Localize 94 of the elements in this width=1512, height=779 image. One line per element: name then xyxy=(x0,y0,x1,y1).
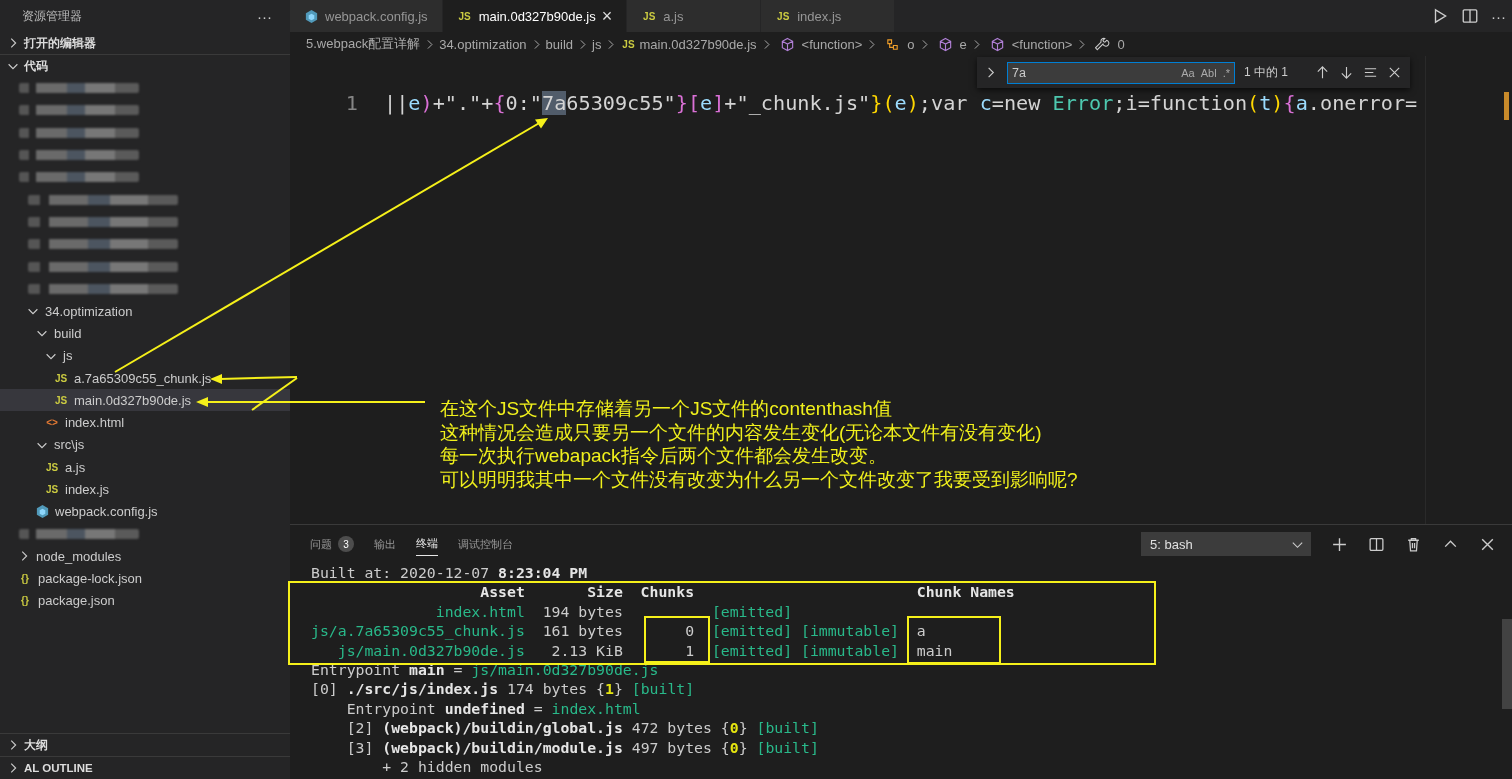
plus-icon[interactable] xyxy=(1331,535,1348,553)
terminal-line: [3] (webpack)/buildin/module.js 497 bytes {0} [built] xyxy=(345,737,820,758)
file-item[interactable]: index.js xyxy=(65,482,110,497)
breadcrumb-item[interactable]: 34.optimization xyxy=(439,36,527,52)
folder-item[interactable]: build xyxy=(54,325,82,341)
cube-icon xyxy=(35,504,50,520)
section-header[interactable]: 大纲 xyxy=(0,733,290,756)
file-item[interactable]: index.html xyxy=(65,415,125,431)
terminal-dropdown[interactable]: 5: bash xyxy=(1141,532,1311,556)
breadcrumb-item[interactable]: 0 xyxy=(1117,36,1125,52)
breadcrumb-item[interactable]: <function> xyxy=(1011,36,1073,52)
find-option[interactable]: Abl xyxy=(1200,66,1217,79)
cube-icon xyxy=(937,36,953,52)
scrollbar[interactable] xyxy=(1502,619,1512,709)
panel-tab[interactable]: 调试控制台 xyxy=(458,533,513,555)
annotation-text: 这种情况会造成只要另一个文件的内容发生变化(无论本文件有没有变化) xyxy=(440,420,1043,444)
more-button[interactable]: ··· xyxy=(257,7,272,25)
breadcrumb-item[interactable]: build xyxy=(545,36,574,52)
folder-item[interactable]: node_modules xyxy=(36,548,122,564)
file-type-icon: {} xyxy=(17,573,33,585)
lines-icon[interactable] xyxy=(1363,65,1378,80)
file-type-icon: JS xyxy=(53,394,69,406)
file-item[interactable]: main.0d327b90de.js xyxy=(74,392,192,408)
folder-item[interactable]: js xyxy=(63,348,73,364)
file-item[interactable]: a.7a65309c55_chunk.js xyxy=(74,370,212,386)
find-option[interactable]: Aa xyxy=(1181,66,1195,79)
line-number: 1 xyxy=(344,91,359,115)
tab-label: main.0d327b90de.js xyxy=(478,8,596,24)
leader-line xyxy=(251,377,298,411)
section-header[interactable]: 代码 xyxy=(0,54,290,77)
terminal-line: [0] ./src/js/index.js 174 bytes {1} [built] xyxy=(311,679,696,699)
close-icon[interactable]: × xyxy=(601,5,613,27)
explorer-title: 资源管理器 xyxy=(22,8,82,24)
file-type-icon: JS xyxy=(44,484,60,495)
terminal-line: + 2 hidden modules xyxy=(381,757,544,777)
editor-tab[interactable]: JS a.js xyxy=(627,0,762,32)
file-item[interactable]: package.json xyxy=(38,593,115,609)
terminal-line: js/main.0d327b90de.js 2.13 KiB 1 [emitted] [immutable] main xyxy=(336,640,954,661)
tab-label: a.js xyxy=(663,8,684,24)
wrench-icon xyxy=(1095,36,1111,52)
terminal-line: Built at: 2020-12-07 8:23:04 PM xyxy=(311,563,589,583)
file-type-icon: {} xyxy=(17,595,33,607)
breadcrumb-item[interactable]: o xyxy=(907,36,915,52)
breadcrumb-item[interactable]: <function> xyxy=(801,36,863,52)
editor-tab[interactable]: JS main.0d327b90de.js × xyxy=(442,0,628,32)
terminal-line: js/a.7a65309c55_chunk.js 161 bytes 0 [emitted] [immutable] a xyxy=(311,621,927,641)
terminal-line: [2] (webpack)/buildin/global.js 472 bytes {0} [built] xyxy=(345,718,820,738)
panel-tab[interactable]: 输出 xyxy=(374,533,396,555)
breadcrumb-item[interactable]: js xyxy=(592,36,602,52)
file-type-icon: <> xyxy=(44,417,60,429)
breadcrumb-item[interactable]: 5.webpack配置详解 xyxy=(306,35,421,53)
section-header[interactable]: 打开的编辑器 xyxy=(0,32,290,54)
editor-tab[interactable]: webpack.config.js xyxy=(290,0,443,32)
more-button[interactable]: ··· xyxy=(1491,7,1506,25)
file-type-icon: JS xyxy=(641,10,658,22)
file-item[interactable]: package-lock.json xyxy=(38,571,143,587)
file-type-icon: JS xyxy=(53,372,69,384)
section-header[interactable]: AL OUTLINE xyxy=(0,756,290,779)
cube-icon xyxy=(304,8,319,24)
file-item[interactable]: a.js xyxy=(65,459,86,475)
annotation-text: 在这个JS文件中存储着另一个JS文件的contenthash值 xyxy=(440,397,893,421)
annotation-text: 可以明明我其中一个文件没有改变为什么另一个文件改变了我要受到影响呢? xyxy=(440,467,1078,491)
terminal-line: Entrypoint undefined = index.html xyxy=(345,698,642,719)
split-terminal-icon[interactable] xyxy=(1368,535,1385,553)
search-field[interactable]: 7a Aa Abl .* xyxy=(1007,61,1235,84)
file-type-icon: JS xyxy=(775,10,792,22)
arrow-up-icon[interactable] xyxy=(1315,65,1330,80)
match-count: 1 中的 1 xyxy=(1244,64,1288,81)
cube-icon xyxy=(989,36,1005,52)
folder-item[interactable]: 34.optimization xyxy=(45,303,133,319)
panel-tab[interactable]: 终端 xyxy=(416,532,438,556)
terminal-line: index.html 194 bytes [emitted] xyxy=(434,601,794,622)
cube-icon xyxy=(779,36,795,52)
terminal-line: Asset Size Chunks Chunk Names xyxy=(479,582,1016,602)
arrow-down-icon[interactable] xyxy=(1339,65,1354,80)
find-option[interactable]: .* xyxy=(1222,66,1230,79)
breadcrumb-item[interactable]: main.0d327b90de.js xyxy=(639,36,757,52)
tab-label: index.js xyxy=(797,8,842,24)
folder-item[interactable]: src\js xyxy=(54,437,85,453)
code-line: ||e)+"."+{0:"7a65309c55"}[e]+"_chunk.js"}(e);var c=new Error;i=function(t){a.onerror= xyxy=(384,91,1418,115)
close-icon[interactable] xyxy=(1387,65,1402,80)
panel-tab[interactable]: 问题 3 xyxy=(310,533,354,555)
file-item[interactable]: webpack.config.js xyxy=(55,504,158,520)
split-editor-icon[interactable] xyxy=(1461,7,1479,25)
breadcrumb-item[interactable]: e xyxy=(959,36,967,52)
trash-icon[interactable] xyxy=(1405,535,1422,553)
file-type-icon: JS xyxy=(44,461,60,473)
terminal-line: Entrypoint main = js/main.0d327b90de.js xyxy=(311,660,660,680)
tab-label: webpack.config.js xyxy=(325,8,428,24)
file-type-icon: JS xyxy=(456,10,473,22)
annotation-text: 每一次执行webapack指令后两个文件都会发生改变。 xyxy=(440,444,888,468)
editor-tab[interactable]: JS index.js xyxy=(761,0,896,32)
field-icon xyxy=(885,36,901,52)
file-type-icon: JS xyxy=(620,38,637,50)
